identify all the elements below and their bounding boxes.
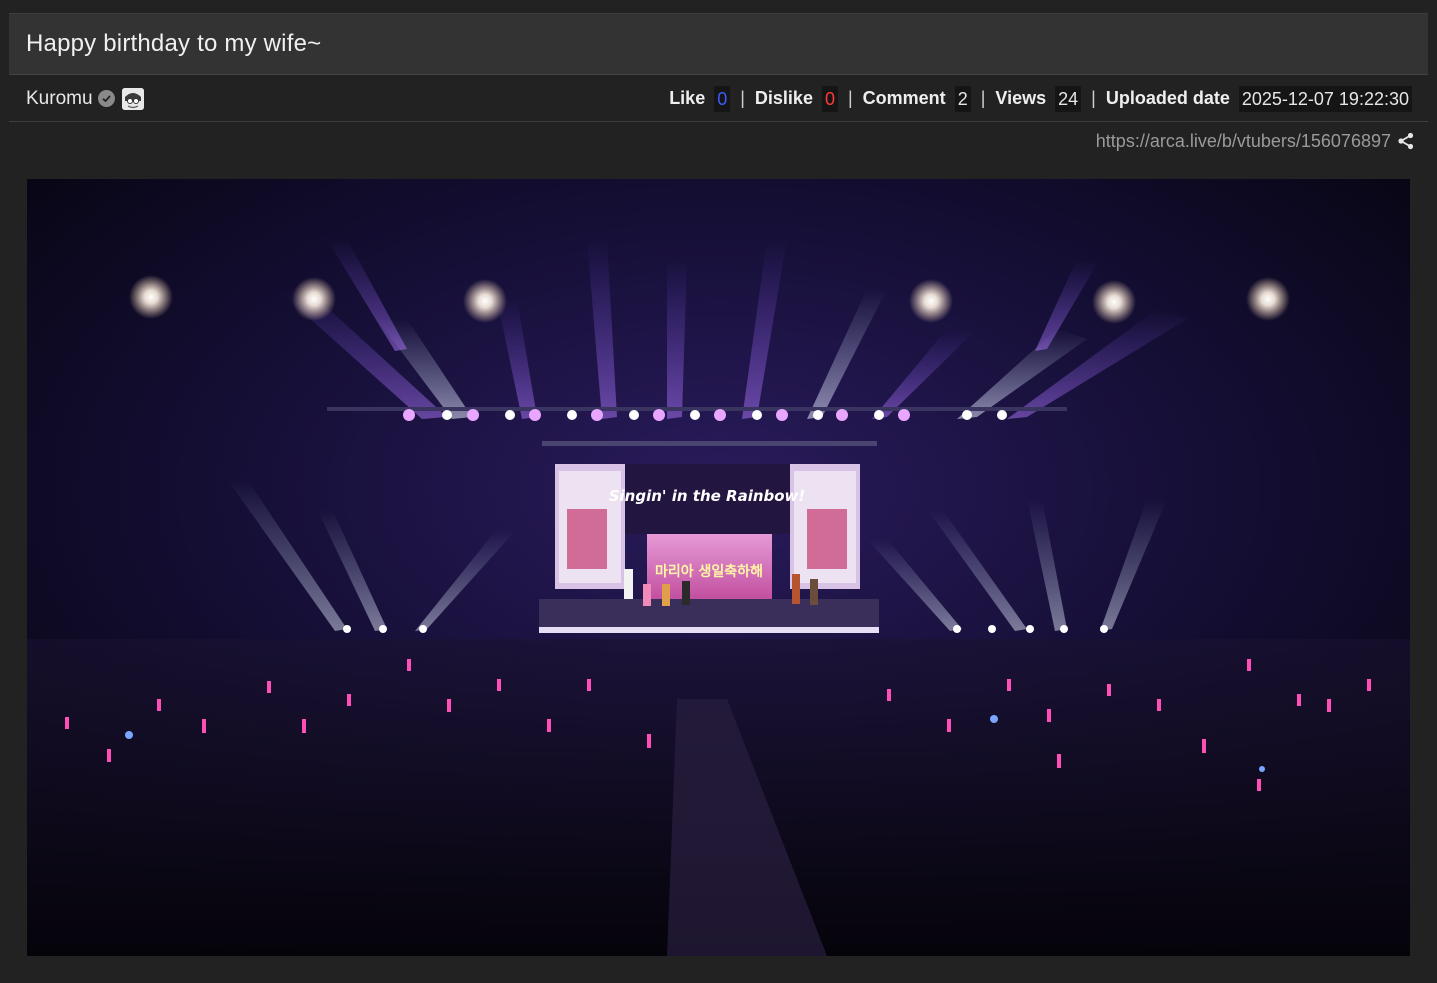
author-info: Kuromu bbox=[26, 87, 144, 110]
concert-stage-photo: Singin' in the Rainbow! 마리아 생일축하해 bbox=[27, 179, 1410, 956]
comment-count: 2 bbox=[954, 85, 971, 112]
stage-screen-text: 마리아 생일축하해 bbox=[655, 563, 763, 580]
separator: | bbox=[1091, 88, 1096, 108]
dislike-count: 0 bbox=[821, 85, 838, 112]
stage-banner-text: Singin' in the Rainbow! bbox=[609, 487, 806, 505]
verified-badge-icon bbox=[97, 90, 115, 107]
like-label: Like bbox=[669, 88, 706, 108]
post-header: Happy birthday to my wife~ bbox=[9, 13, 1428, 75]
separator: | bbox=[980, 88, 986, 108]
share-icon[interactable] bbox=[1397, 132, 1415, 150]
post-stats: Like 0 | Dislike 0 | Comment 2 | Views 2… bbox=[669, 85, 1412, 112]
post-title: Happy birthday to my wife~ bbox=[26, 30, 322, 57]
post-link-row: https://arca.live/b/vtubers/156076897 bbox=[1096, 128, 1415, 154]
post-info-row: Kuromu Like 0 | Dislike 0 | Comment 2 | … bbox=[9, 76, 1428, 122]
author-name[interactable]: Kuromu bbox=[26, 88, 93, 110]
uploaded-date-value: 2025-12-07 19:22:30 bbox=[1238, 85, 1412, 112]
uploaded-date-label: Uploaded date bbox=[1105, 88, 1230, 108]
like-count: 0 bbox=[714, 85, 731, 112]
dislike-label: Dislike bbox=[754, 88, 813, 108]
separator: | bbox=[847, 88, 853, 108]
user-avatar-icon[interactable] bbox=[121, 87, 144, 110]
views-count: 24 bbox=[1055, 85, 1082, 112]
separator: | bbox=[740, 88, 745, 108]
comment-label: Comment bbox=[862, 88, 946, 108]
post-url-link[interactable]: https://arca.live/b/vtubers/156076897 bbox=[1096, 131, 1391, 152]
post-image[interactable]: Singin' in the Rainbow! 마리아 생일축하해 bbox=[27, 179, 1410, 956]
views-label: Views bbox=[995, 88, 1047, 108]
